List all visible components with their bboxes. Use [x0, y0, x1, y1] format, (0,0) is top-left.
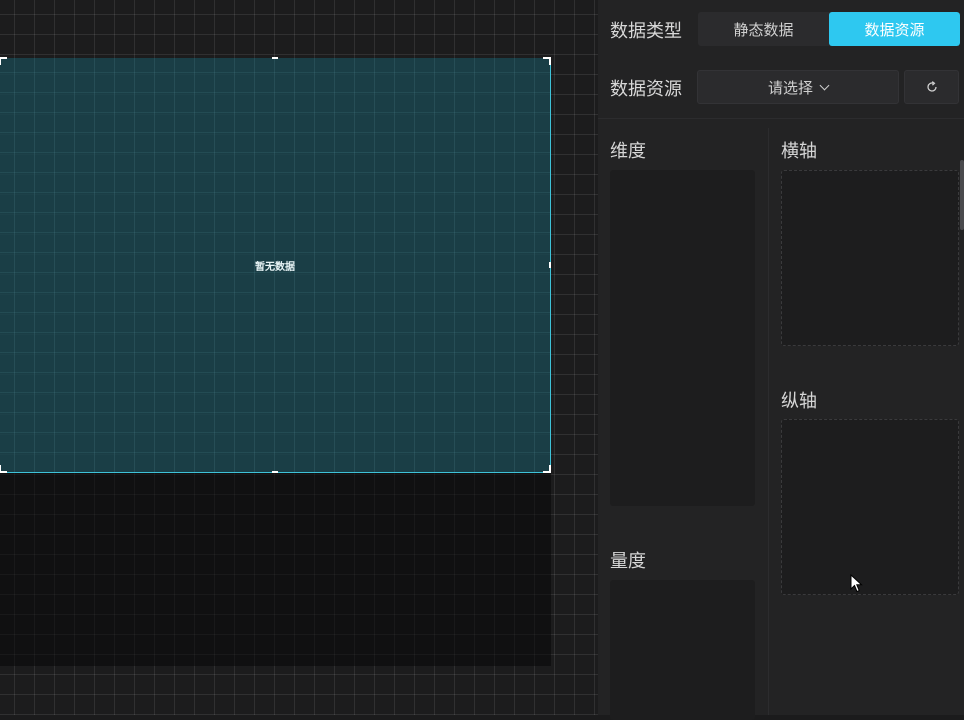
- dimension-label: 维度: [610, 141, 646, 162]
- data-type-switch: 静态数据 数据资源: [698, 12, 960, 46]
- dimension-list[interactable]: [610, 170, 755, 506]
- data-source-select-value: 请选择: [767, 78, 813, 97]
- resize-handle-bottom-left[interactable]: [0, 465, 7, 473]
- x-axis-label: 横轴: [781, 141, 817, 162]
- mouse-cursor-icon: [850, 574, 863, 593]
- resize-handle-bottom[interactable]: [272, 471, 278, 473]
- y-axis-label: 纵轴: [781, 391, 817, 412]
- data-source-select[interactable]: 请选择: [697, 70, 899, 104]
- measure-list[interactable]: [610, 580, 755, 720]
- x-axis-drop-zone[interactable]: [781, 170, 959, 346]
- data-type-label: 数据类型: [610, 21, 682, 42]
- y-axis-drop-zone[interactable]: [781, 419, 959, 595]
- resize-handle-bottom-right[interactable]: [543, 465, 551, 473]
- resize-handle-top-left[interactable]: [0, 57, 7, 65]
- chevron-down-icon: [819, 80, 830, 90]
- data-type-option-resource[interactable]: 数据资源: [829, 12, 960, 46]
- empty-data-text: 暂无数据: [255, 262, 295, 273]
- chart-component[interactable]: 暂无数据: [0, 57, 551, 473]
- measure-label: 量度: [610, 551, 646, 572]
- panel-scrollbar[interactable]: [960, 160, 964, 230]
- data-type-option-static[interactable]: 静态数据: [698, 12, 829, 46]
- data-config-panel: 数据类型 静态数据 数据资源 数据资源 请选择 维度 量度 横轴 纵轴: [598, 0, 964, 720]
- refresh-icon: [926, 81, 937, 92]
- column-divider: [768, 128, 769, 715]
- data-source-label: 数据资源: [610, 79, 682, 100]
- resize-handle-top[interactable]: [272, 57, 278, 59]
- panel-divider: [598, 118, 964, 119]
- resize-handle-top-right[interactable]: [543, 57, 551, 65]
- refresh-button[interactable]: [904, 70, 959, 104]
- design-canvas[interactable]: 暂无数据: [0, 0, 598, 715]
- resize-handle-right[interactable]: [549, 262, 551, 268]
